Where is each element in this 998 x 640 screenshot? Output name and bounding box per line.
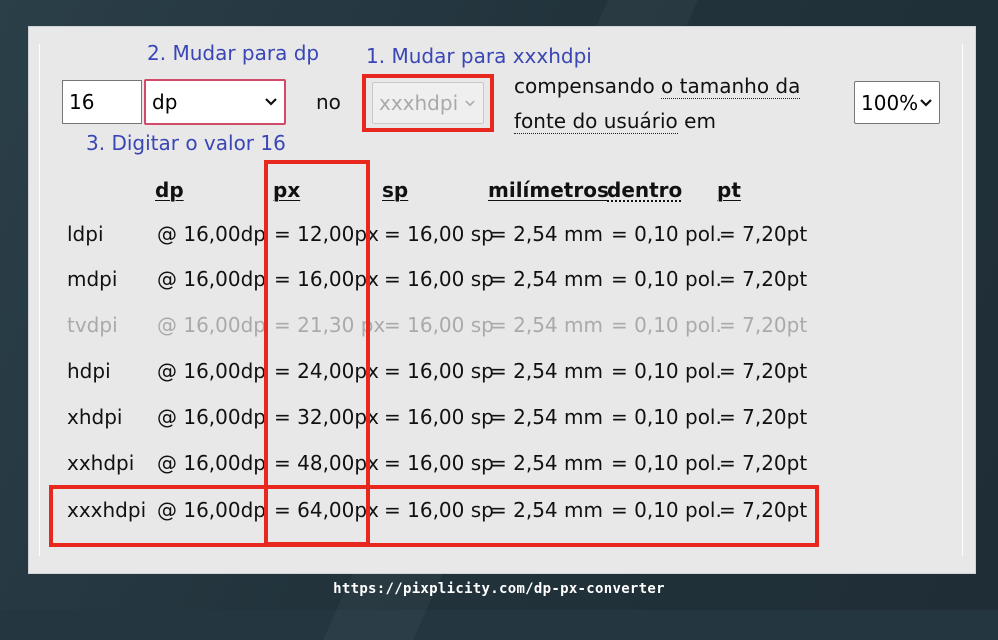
cell-sp: = 16,00 sp [384, 405, 494, 429]
highlight-xxxhdpi-row [49, 485, 819, 547]
cell-dp: @ 16,00dp [157, 451, 267, 475]
cell-sp: = 16,00 sp [384, 313, 494, 337]
zoom-select[interactable]: 100% [854, 81, 940, 124]
cell-in: = 0,10 pol. [611, 222, 722, 246]
cell-in: = 0,10 pol. [611, 313, 722, 337]
chevron-down-icon [264, 95, 278, 109]
unit-select[interactable]: dp [144, 79, 286, 125]
annotation-step-3: 3. Digitar o valor 16 [86, 131, 286, 155]
cell-name: tvdpi [67, 313, 118, 337]
header-pt[interactable]: pt [717, 178, 741, 202]
table-row: tvdpi @ 16,00dp = 21,30 px = 16,00 sp = 2,54… [0, 309, 998, 341]
compensating-prefix: compensando [514, 74, 662, 98]
header-sp[interactable]: sp [382, 178, 408, 202]
header-inches[interactable]: dentro [607, 178, 682, 202]
annotation-step-1: 1. Mudar para xxxhdpi [366, 44, 592, 68]
compensating-suffix: em [677, 109, 716, 133]
cell-in: = 0,10 pol. [611, 405, 722, 429]
header-dp[interactable]: dp [155, 178, 184, 202]
cell-pt: = 7,20pt [719, 267, 808, 291]
chevron-down-icon [919, 96, 933, 110]
cell-dp: @ 16,00dp [157, 405, 267, 429]
table-row: ldpi @ 16,00dp = 12,00px = 16,00 sp = 2,54 m… [0, 218, 998, 250]
cell-in: = 0,10 pol. [611, 267, 722, 291]
table-row: xhdpi @ 16,00dp = 32,00px = 16,00 sp = 2,54 … [0, 401, 998, 433]
cell-pt: = 7,20pt [719, 359, 808, 383]
cell-dp: @ 16,00dp [157, 359, 267, 383]
cell-pt: = 7,20pt [719, 451, 808, 475]
value-input[interactable] [62, 80, 142, 124]
cell-mm: = 2,54 mm [490, 359, 603, 383]
cell-name: ldpi [67, 222, 104, 246]
zoom-select-value: 100% [861, 90, 919, 115]
cell-in: = 0,10 pol. [611, 451, 722, 475]
table-row: hdpi @ 16,00dp = 24,00px = 16,00 sp = 2,54 m… [0, 355, 998, 387]
unit-select-value: dp [152, 90, 178, 114]
cell-name: mdpi [67, 267, 118, 291]
cell-in: = 0,10 pol. [611, 359, 722, 383]
cell-dp: @ 16,00dp [157, 222, 267, 246]
cell-mm: = 2,54 mm [490, 222, 603, 246]
cell-mm: = 2,54 mm [490, 451, 603, 475]
word-no-label: no [316, 90, 341, 114]
cell-dp: @ 16,00dp [157, 267, 267, 291]
compensating-text: compensando o tamanho da fonte do usuári… [514, 69, 834, 139]
cell-sp: = 16,00 sp [384, 222, 494, 246]
cell-sp: = 16,00 sp [384, 451, 494, 475]
cell-pt: = 7,20pt [719, 313, 808, 337]
cell-mm: = 2,54 mm [490, 313, 603, 337]
table-row: mdpi @ 16,00dp = 16,00px = 16,00 sp = 2,54 m… [0, 263, 998, 295]
cell-mm: = 2,54 mm [490, 405, 603, 429]
cell-pt: = 7,20pt [719, 405, 808, 429]
header-millimeters[interactable]: milímetros [488, 178, 609, 202]
source-url: https://pixplicity.com/dp-px-converter [333, 581, 665, 597]
cell-name: xxhdpi [67, 451, 135, 475]
highlight-density-select [362, 74, 494, 132]
cell-name: hdpi [67, 359, 111, 383]
table-row: xxhdpi @ 16,00dp = 48,00px = 16,00 sp = 2,54… [0, 447, 998, 479]
cell-dp: @ 16,00dp [157, 313, 267, 337]
cell-sp: = 16,00 sp [384, 359, 494, 383]
cell-mm: = 2,54 mm [490, 267, 603, 291]
cell-sp: = 16,00 sp [384, 267, 494, 291]
cell-name: xhdpi [67, 405, 123, 429]
cell-pt: = 7,20pt [719, 222, 808, 246]
annotation-step-2: 2. Mudar para dp [147, 41, 320, 65]
